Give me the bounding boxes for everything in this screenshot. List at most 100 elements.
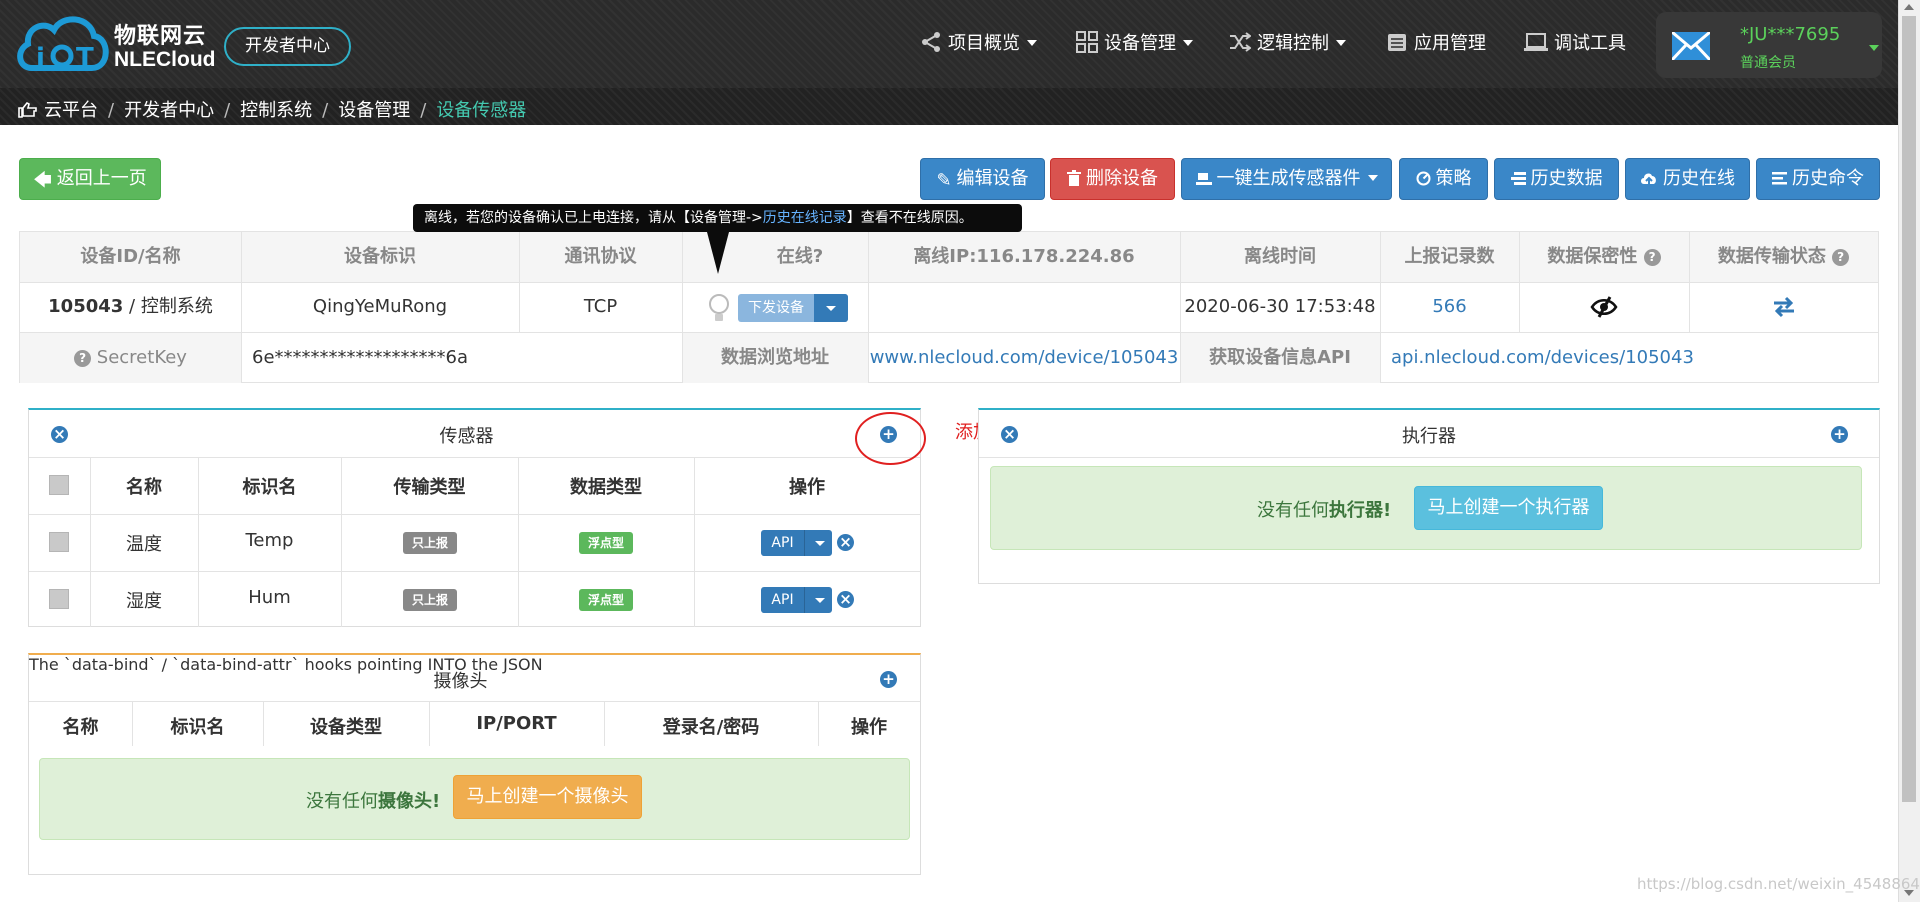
- transfer-type-badge: 只上报: [403, 532, 457, 554]
- camera-panel: 摄像头 + The `data-bind` / `data-bind-attr`…: [28, 653, 921, 875]
- device-api-link[interactable]: api.nlecloud.com/devices/105043: [1391, 333, 1791, 383]
- laptop-icon: [1524, 33, 1548, 51]
- breadcrumb-item[interactable]: 开发者中心: [124, 100, 214, 121]
- device-id-name: 105043 / 控制系统: [48, 296, 213, 317]
- camera-panel-title: 摄像头: [433, 671, 488, 692]
- grid-icon: [1076, 31, 1098, 53]
- question-icon[interactable]: ?: [1832, 249, 1850, 266]
- transfer-type-badge: 只上报: [403, 589, 457, 611]
- nav-debug-tools[interactable]: 调试工具: [1524, 31, 1626, 55]
- column-header: 标识名: [170, 717, 225, 738]
- trash-icon: [1067, 161, 1081, 201]
- breadcrumb-separator: /: [108, 100, 115, 121]
- tooltip-arrow: [707, 232, 729, 274]
- empty-camera-text: 没有任何摄像头!: [306, 791, 441, 812]
- record-count-link[interactable]: 566: [1380, 282, 1519, 332]
- actuator-panel: × 执行器 + 没有任何执行器! 马上创建一个执行器: [978, 408, 1880, 584]
- column-header: 操作: [789, 477, 825, 498]
- sensor-panel: × 传感器 + 名称 标识名 传输类型 数据类型 操作 温度 Temp 只上报 …: [28, 408, 921, 627]
- user-menu[interactable]: *JU***7695 普通会员: [1656, 12, 1882, 78]
- create-actuator-button[interactable]: 马上创建一个执行器: [1414, 486, 1603, 530]
- header-offline-ip: 离线IP:116.178.224.86: [913, 246, 1135, 267]
- shuffle-icon: [1230, 32, 1252, 52]
- question-icon[interactable]: ?: [1643, 249, 1661, 266]
- nav-logic-control[interactable]: 逻辑控制: [1229, 31, 1346, 55]
- chevron-down-icon: [1336, 40, 1346, 46]
- sensor-name-link[interactable]: 温度: [90, 530, 198, 556]
- delete-device-button[interactable]: 删除设备: [1050, 158, 1175, 200]
- history-data-button[interactable]: 历史数据: [1494, 158, 1619, 200]
- browse-url-link[interactable]: www.nlecloud.com/device/105043: [868, 333, 1180, 383]
- send-device-button[interactable]: 下发设备: [738, 294, 848, 322]
- history-command-button[interactable]: 历史命令: [1756, 158, 1880, 200]
- arrow-left-icon: 🡄: [33, 170, 52, 191]
- breadcrumb-item[interactable]: 控制系统: [240, 100, 312, 121]
- delete-sensor-icon[interactable]: ×: [837, 591, 854, 608]
- breadcrumb-separator: /: [224, 100, 231, 121]
- breadcrumb-item[interactable]: 云平台: [44, 100, 98, 121]
- lightbulb-icon: [708, 293, 730, 327]
- breadcrumb-separator: /: [420, 100, 427, 121]
- api-dropdown-button[interactable]: API: [761, 587, 832, 613]
- sensor-name-link[interactable]: 湿度: [90, 587, 198, 613]
- header-transfer-status: 数据传输状态 ?: [1689, 232, 1878, 282]
- breadcrumb: 云平台 / 开发者中心 / 控制系统 / 设备管理 / 设备传感器: [0, 88, 1898, 125]
- logo-icon: i T: [14, 10, 112, 82]
- column-header: 登录名/密码: [662, 717, 760, 738]
- generate-sensors-button[interactable]: 一键生成传感器件: [1181, 158, 1392, 200]
- question-icon[interactable]: ?: [74, 350, 92, 367]
- device-info-table: 设备ID/名称 设备标识 通讯协议 在线? 离线IP:116.178.224.8…: [19, 231, 1879, 383]
- data-type-badge: 浮点型: [579, 532, 633, 554]
- nav-project-overview[interactable]: 项目概览: [920, 31, 1037, 55]
- edit-device-button[interactable]: ✎ 编辑设备: [920, 158, 1045, 200]
- header-record-count: 上报记录数: [1404, 246, 1495, 267]
- strategy-button[interactable]: 策略: [1399, 158, 1488, 200]
- actuator-panel-title: 执行器: [1402, 426, 1456, 447]
- device-tag: QingYeMuRong: [312, 296, 448, 317]
- hand-pointer-icon: [18, 101, 37, 118]
- cloud-upload-icon: [1640, 161, 1658, 201]
- create-camera-button[interactable]: 马上创建一个摄像头: [453, 775, 642, 819]
- breadcrumb-item[interactable]: 设备管理: [338, 100, 410, 121]
- back-button[interactable]: 🡄 返回上一页: [19, 158, 161, 200]
- history-online-button[interactable]: 历史在线: [1625, 158, 1750, 200]
- empty-actuator-text: 没有任何执行器!: [1257, 500, 1392, 521]
- column-header: 设备类型: [310, 717, 382, 738]
- logo-text-en: NLECloud: [114, 48, 216, 71]
- scrollbar-thumb[interactable]: [1902, 16, 1916, 802]
- empty-actuator-alert: 没有任何执行器! 马上创建一个执行器: [990, 466, 1862, 550]
- delete-sensor-icon[interactable]: ×: [837, 534, 854, 551]
- server-icon: [1388, 34, 1406, 51]
- sensor-panel-title: 传感器: [439, 426, 494, 447]
- column-header: 名称: [62, 717, 99, 738]
- breadcrumb-current: 设备传感器: [436, 100, 527, 121]
- column-header: 标识名: [242, 477, 297, 498]
- developer-center-button[interactable]: 开发者中心: [224, 27, 351, 66]
- user-role: 普通会员: [1740, 55, 1796, 71]
- column-header: 数据类型: [570, 477, 642, 498]
- column-header: 传输类型: [393, 477, 466, 498]
- tooltip-history-link[interactable]: 历史在线记录: [763, 210, 847, 226]
- chevron-down-icon: [815, 598, 825, 603]
- list-icon: [1510, 161, 1526, 201]
- api-dropdown-button[interactable]: API: [761, 530, 832, 556]
- nav-label: 调试工具: [1554, 33, 1626, 54]
- header-device-id: 设备ID/名称: [80, 246, 181, 267]
- chevron-down-icon: [1027, 40, 1037, 46]
- column-header: IP/PORT: [476, 713, 557, 734]
- nav-app-management[interactable]: 应用管理: [1386, 31, 1486, 55]
- eye-slash-icon[interactable]: [1590, 295, 1618, 323]
- row-checkbox[interactable]: [49, 589, 69, 609]
- data-type-badge: 浮点型: [579, 589, 633, 611]
- scroll-up-arrow[interactable]: [1904, 4, 1914, 10]
- chevron-down-icon: [815, 541, 825, 546]
- add-actuator-icon[interactable]: +: [1831, 426, 1848, 443]
- add-camera-icon[interactable]: +: [880, 671, 897, 688]
- select-all-checkbox[interactable]: [49, 475, 69, 495]
- nav-device-management[interactable]: 设备管理: [1076, 31, 1193, 55]
- empty-camera-alert: 没有任何摄像头! 马上创建一个摄像头: [39, 758, 910, 840]
- exchange-icon[interactable]: [1772, 296, 1796, 322]
- row-checkbox[interactable]: [49, 532, 69, 552]
- device-api-label: 获取设备信息API: [1209, 347, 1351, 368]
- pencil-icon: ✎: [936, 170, 952, 191]
